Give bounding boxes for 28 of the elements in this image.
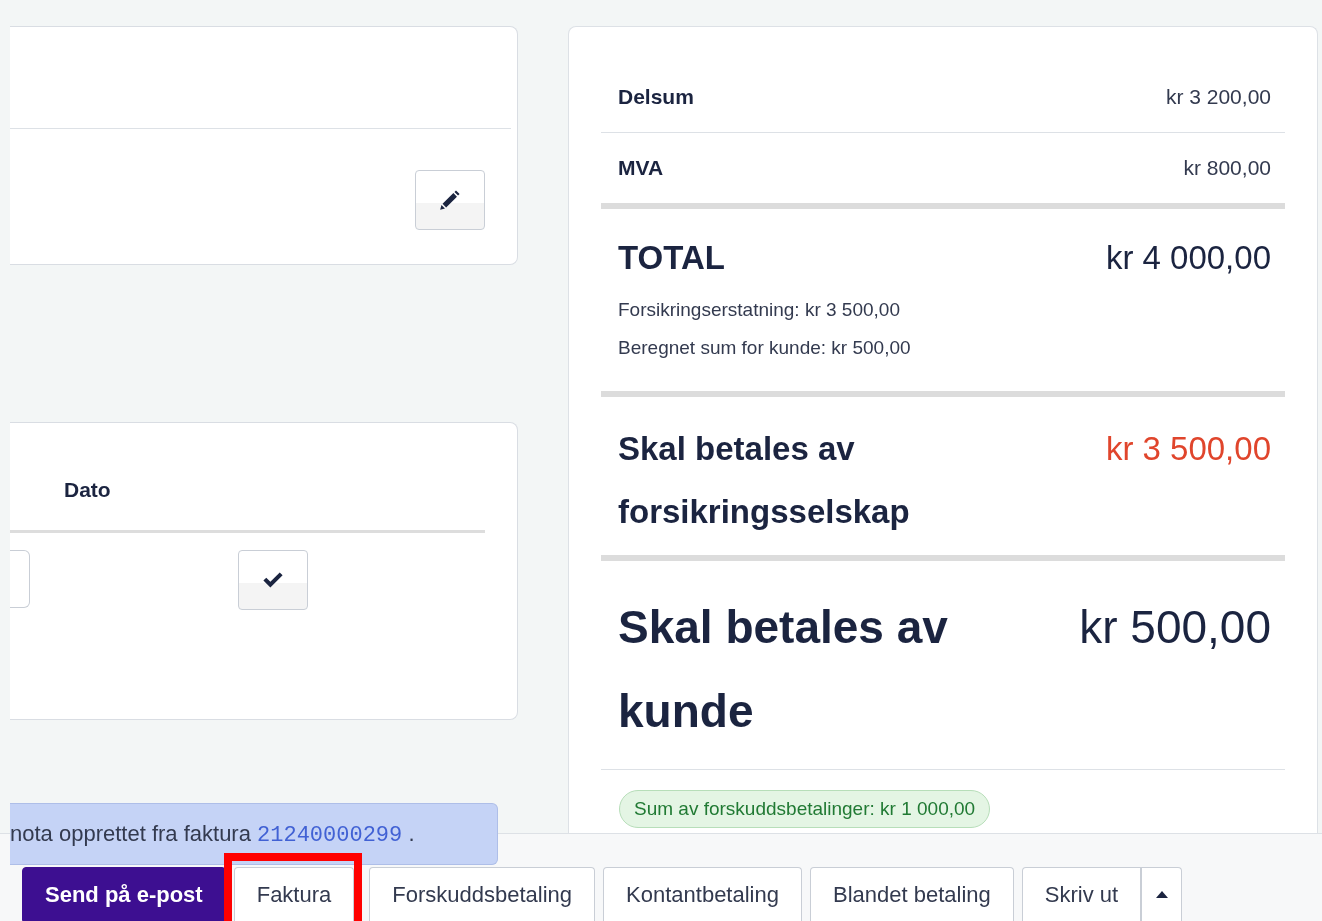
due-label: Skal betales av kunde: [618, 599, 949, 739]
action-button[interactable]: Faktura: [233, 867, 355, 921]
edit-button[interactable]: [415, 170, 485, 230]
column-header: Dato: [64, 476, 111, 503]
action-button[interactable]: Forskuddsbetaling: [369, 867, 596, 921]
total-label: TOTAL: [618, 238, 725, 278]
summary-label: MVA: [618, 155, 664, 182]
action-button[interactable]: Kontantbetaling: [603, 867, 802, 921]
print-button[interactable]: Skriv ut: [1021, 867, 1142, 921]
summary-amount: kr 3 200,00: [1165, 83, 1271, 110]
summary-label: Delsum: [618, 83, 694, 110]
pencil-icon: [438, 188, 462, 212]
action-button[interactable]: Blandet betaling: [809, 867, 1014, 921]
send-email-button[interactable]: Send på e-post: [22, 867, 226, 921]
invoice-link[interactable]: 21240000299: [257, 822, 403, 848]
due-amount: kr 500,00: [1079, 599, 1271, 655]
total-amount: kr 4 000,00: [1105, 238, 1271, 278]
total-note: Forsikringserstatning: kr 3 500,00: [618, 297, 901, 322]
alert-message: nota opprettet fra faktura 21240000299 .: [10, 819, 415, 850]
dropdown-toggle-button[interactable]: [1141, 867, 1183, 921]
caret-up-icon: [1155, 891, 1168, 898]
input-field[interactable]: [10, 550, 30, 608]
advance-payments-badge: Sum av forskuddsbetalinger: kr 1 000,00: [619, 789, 991, 828]
due-label: Skal betales av forsikringsselskap: [618, 428, 911, 532]
summary-amount: kr 800,00: [1183, 155, 1271, 182]
confirm-button[interactable]: [238, 550, 308, 610]
due-amount: kr 3 500,00: [1105, 428, 1271, 469]
total-note: Beregnet sum for kunde: kr 500,00: [618, 335, 912, 360]
